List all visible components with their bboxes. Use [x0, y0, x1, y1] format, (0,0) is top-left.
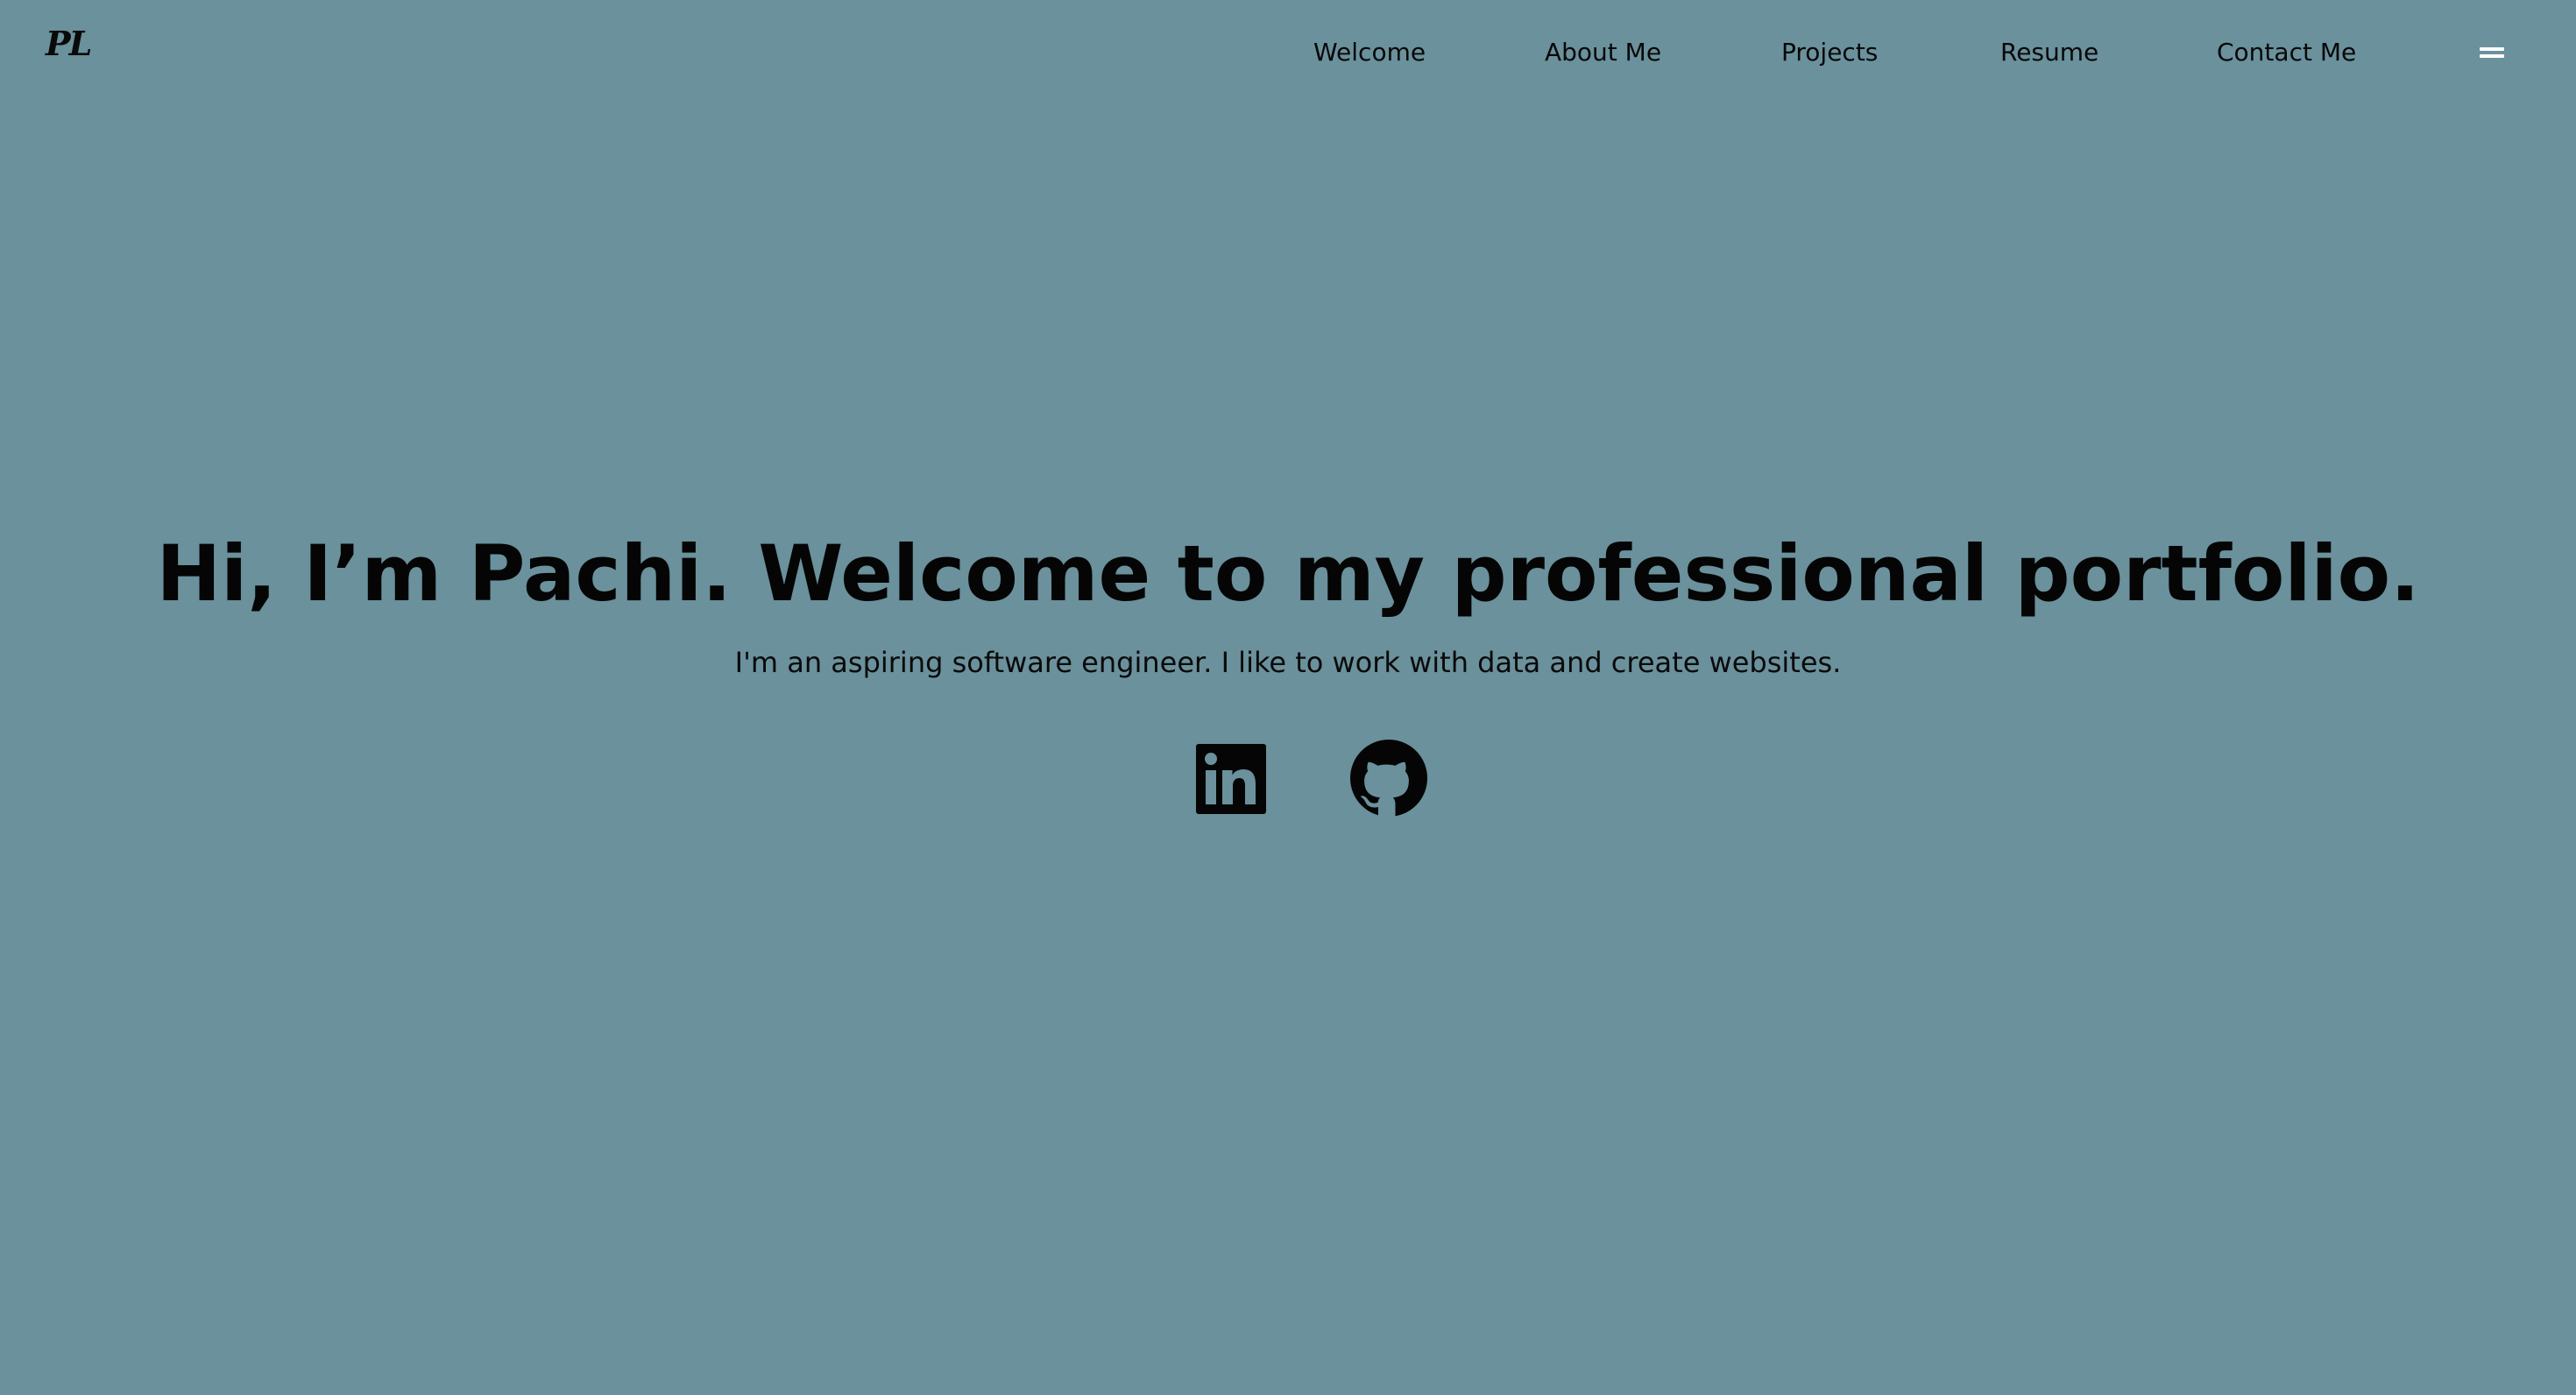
hero-subtitle: I'm an aspiring software engineer. I lik… [734, 646, 1842, 679]
hero-section: Hi, I’m Pachi. Welcome to my professiona… [0, 517, 2576, 683]
linkedin-icon-graphic [1196, 744, 1266, 814]
nav-link-resume[interactable]: Resume [2000, 32, 2098, 74]
linkedin-icon[interactable] [1188, 736, 1272, 820]
nav-link-projects[interactable]: Projects [1781, 32, 1878, 74]
site-header: PL Welcome About Me Projects Resume Cont… [0, 0, 2576, 105]
hero-title: Hi, I’m Pachi. Welcome to my professiona… [156, 528, 2420, 619]
nav-link-about-me[interactable]: About Me [1545, 32, 1661, 74]
nav-link-welcome[interactable]: Welcome [1313, 32, 1426, 74]
menu-bar-top [2480, 47, 2504, 51]
github-icon[interactable] [1347, 736, 1431, 820]
main-nav: Welcome About Me Projects Resume Contact… [0, 32, 2576, 74]
github-icon-graphic [1350, 740, 1427, 817]
hamburger-menu-icon[interactable] [2478, 42, 2509, 63]
nav-link-contact-me[interactable]: Contact Me [2217, 32, 2356, 74]
menu-bar-bottom [2480, 54, 2504, 58]
social-links [0, 736, 2576, 820]
